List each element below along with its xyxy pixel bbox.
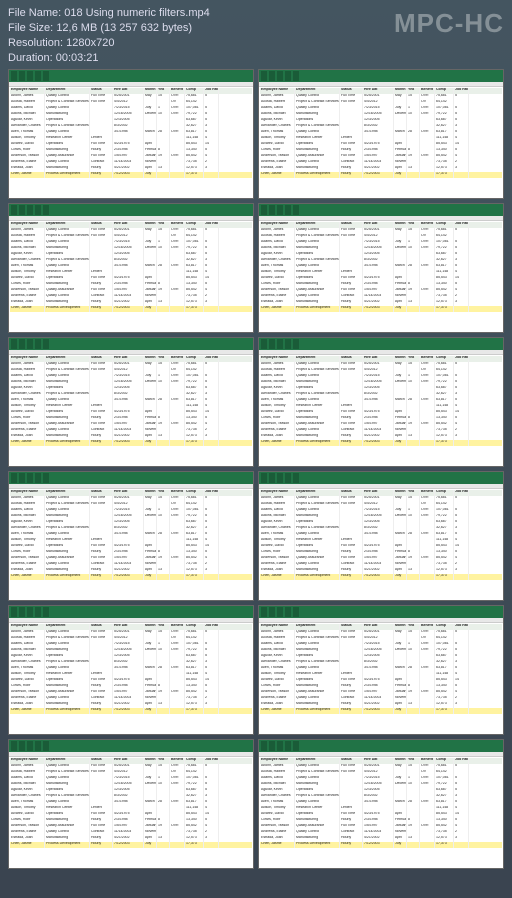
- excel-ribbon: [9, 338, 253, 350]
- excel-ribbon: [259, 204, 503, 216]
- thumbnail[interactable]: Employee NameDepartmentStatusHire DatMon…: [8, 739, 254, 869]
- thumbnail[interactable]: Employee NameDepartmentStatusHire DatMon…: [8, 203, 254, 333]
- thumbnail[interactable]: Employee NameDepartmentStatusHire DatMon…: [8, 337, 254, 467]
- excel-ribbon: [259, 606, 503, 618]
- spreadsheet-area: Employee NameDepartmentStatusHire DatMon…: [9, 221, 253, 332]
- thumbnail[interactable]: Employee NameDepartmentStatusHire DatMon…: [258, 203, 504, 333]
- spreadsheet-area: Employee NameDepartmentStatusHire DatMon…: [259, 355, 503, 466]
- excel-ribbon: [259, 472, 503, 484]
- size-value: 12,6 MB (13 257 632 bytes): [56, 22, 192, 34]
- excel-ribbon: [9, 70, 253, 82]
- spreadsheet-area: Employee NameDepartmentStatusHire DatMon…: [259, 623, 503, 734]
- res-label: Resolution:: [8, 37, 63, 49]
- spreadsheet-area: Employee NameDepartmentStatusHire DatMon…: [9, 489, 253, 600]
- info-bar: MPC-HC File Name: 018 Using numeric filt…: [0, 0, 512, 69]
- res-value: 1280x720: [66, 37, 114, 49]
- thumbnail[interactable]: Employee NameDepartmentStatusHire DatMon…: [8, 605, 254, 735]
- thumbnail[interactable]: Employee NameDepartmentStatusHire DatMon…: [258, 605, 504, 735]
- dur-label: Duration:: [8, 52, 53, 64]
- excel-ribbon: [259, 70, 503, 82]
- size-label: File Size:: [8, 22, 53, 34]
- spreadsheet-area: Employee NameDepartmentStatusHire DatMon…: [9, 87, 253, 198]
- thumbnail[interactable]: Employee NameDepartmentStatusHire DatMon…: [258, 471, 504, 601]
- spreadsheet-area: Employee NameDepartmentStatusHire DatMon…: [9, 757, 253, 868]
- thumbnail[interactable]: Employee NameDepartmentStatusHire DatMon…: [258, 69, 504, 199]
- thumbnail[interactable]: Employee NameDepartmentStatusHire DatMon…: [8, 471, 254, 601]
- spreadsheet-area: Employee NameDepartmentStatusHire DatMon…: [259, 489, 503, 600]
- spreadsheet-area: Employee NameDepartmentStatusHire DatMon…: [259, 221, 503, 332]
- excel-ribbon: [9, 472, 253, 484]
- spreadsheet-area: Employee NameDepartmentStatusHire DatMon…: [259, 87, 503, 198]
- thumbnail-grid: Employee NameDepartmentStatusHire DatMon…: [0, 69, 512, 877]
- file-label: File Name:: [8, 7, 61, 19]
- player-watermark: MPC-HC: [394, 6, 504, 41]
- thumbnail[interactable]: Employee NameDepartmentStatusHire DatMon…: [8, 69, 254, 199]
- excel-ribbon: [259, 740, 503, 752]
- thumbnail[interactable]: Employee NameDepartmentStatusHire DatMon…: [258, 337, 504, 467]
- thumbnail[interactable]: Employee NameDepartmentStatusHire DatMon…: [258, 739, 504, 869]
- spreadsheet-area: Employee NameDepartmentStatusHire DatMon…: [9, 355, 253, 466]
- spreadsheet-area: Employee NameDepartmentStatusHire DatMon…: [259, 757, 503, 868]
- spreadsheet-area: Employee NameDepartmentStatusHire DatMon…: [9, 623, 253, 734]
- excel-ribbon: [9, 606, 253, 618]
- excel-ribbon: [9, 740, 253, 752]
- excel-ribbon: [259, 338, 503, 350]
- file-name: 018 Using numeric filters.mp4: [64, 7, 210, 19]
- dur-value: 00:03:21: [56, 52, 99, 64]
- excel-ribbon: [9, 204, 253, 216]
